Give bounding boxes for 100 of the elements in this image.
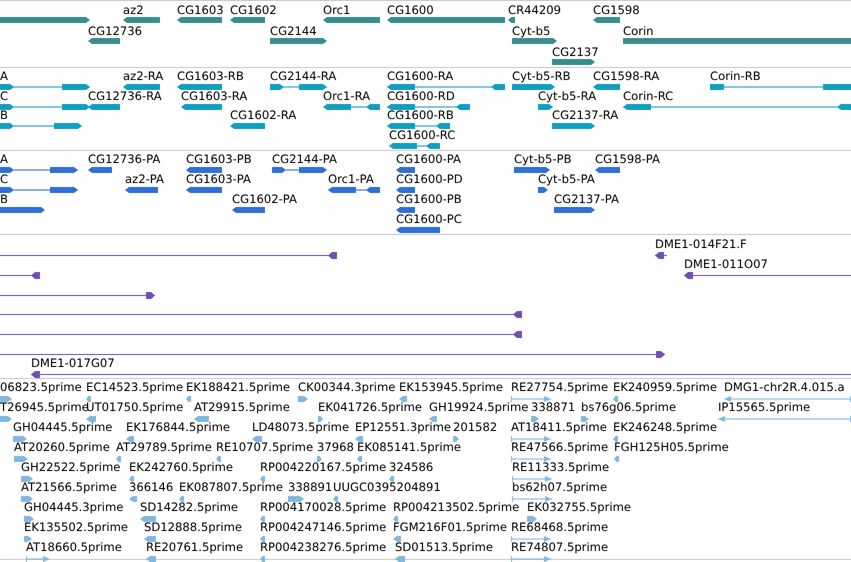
feature-label: CG1598 xyxy=(593,3,640,17)
feature-label: CG1600-RB xyxy=(387,108,454,122)
feature-label: AT29915.5prime xyxy=(194,400,290,414)
feature-label: 366146 xyxy=(129,480,174,494)
feature-label: C xyxy=(0,88,8,102)
feature-label: SD01513.5prime xyxy=(395,540,494,554)
feature-label: GH04445.3prime xyxy=(24,500,124,514)
feature-label: EK032755.5prime xyxy=(527,500,632,514)
feature-label: CG12736 xyxy=(88,24,142,38)
feature-label: RP004220167.5prime xyxy=(260,460,386,474)
feature-label: RE68468.5prime xyxy=(511,520,608,534)
feature-label: EK085141.5prime xyxy=(357,440,462,454)
feature-label: CG1598-RA xyxy=(593,69,660,83)
feature-label: Orc1-PA xyxy=(328,172,374,186)
feature-label: DME1-017G07 xyxy=(31,356,115,370)
feature-label: Corin xyxy=(623,24,654,38)
feature-label: B xyxy=(0,192,8,206)
feature-label: CG12736-PA xyxy=(88,152,160,166)
feature-label: CG1603-PB xyxy=(186,152,252,166)
feature-label: B xyxy=(0,108,8,122)
feature-label: CG1603-RB xyxy=(177,69,244,83)
feature-label: T26945.5prime xyxy=(0,400,89,414)
feature-label: UT01750.5prime xyxy=(86,400,184,414)
feature-label: Cyt-b5 xyxy=(512,24,550,38)
feature-label: CG1603-PA xyxy=(186,172,251,186)
feature-label: AT21566.5prime xyxy=(21,480,117,494)
feature-label: Corin-RC xyxy=(623,88,674,102)
feature-label: LD48073.5prime xyxy=(252,420,350,434)
feature-label: EK246248.5prime xyxy=(613,420,718,434)
feature-label: RE47566.5prime xyxy=(511,440,608,454)
feature-label: IP15565.5prime xyxy=(718,400,810,414)
feature-label: 37968 xyxy=(317,440,354,454)
feature-label: CG2144-PA xyxy=(272,152,337,166)
feature-label: A xyxy=(0,69,8,83)
feature-label: EK240959.5prime xyxy=(613,380,718,394)
feature-label: 338891 xyxy=(288,480,332,494)
feature-label: az2 xyxy=(123,3,144,17)
feature-label: 06823.5prime xyxy=(0,380,82,394)
feature-label: CG1603-RA xyxy=(181,88,248,102)
feature-label: EK242760.5prime xyxy=(129,460,234,474)
feature-label: RE11333.5prime xyxy=(512,460,610,474)
feature-label: Cyt-b5-RA xyxy=(538,88,596,102)
feature-label: RP004213502.5prime xyxy=(393,500,520,514)
feature-label: Orc1-RA xyxy=(323,88,370,102)
feature-label: SD12888.5prime xyxy=(144,520,242,534)
feature-label: AT20260.5prime xyxy=(14,440,110,454)
feature-label: CG1600-RD xyxy=(387,88,455,102)
feature-label: RE20761.5prime xyxy=(146,540,244,554)
feature-label: CG1598-PA xyxy=(595,152,660,166)
feature-label: 324586 xyxy=(389,460,434,474)
feature-label: EK135502.5prime xyxy=(24,520,128,534)
feature-label: EK188421.5prime xyxy=(186,380,290,394)
feature-label: RE27754.5prime xyxy=(511,380,608,394)
feature-label: RP004238276.5prime xyxy=(260,540,386,554)
feature-label: CG1600-PD xyxy=(396,172,463,186)
feature-label: FGM216F01.5prime xyxy=(393,520,508,534)
feature-label: az2-PA xyxy=(125,172,164,186)
feature-label: az2-RA xyxy=(123,69,164,83)
feature-label: RE10707.5prime xyxy=(216,440,314,454)
feature-label: FGH125H05.5prime xyxy=(614,440,729,454)
feature-label: Cyt-b5-RB xyxy=(512,69,571,83)
feature-label: bs76g06.5prime xyxy=(581,400,676,414)
feature-label: CG2137-PA xyxy=(554,192,619,206)
feature-label: AT18411.5prime xyxy=(511,420,607,434)
feature-label: EC14523.5prime xyxy=(86,380,184,394)
feature-label: Orc1 xyxy=(323,3,350,17)
feature-label: 201582 xyxy=(453,420,498,434)
feature-label: CG1600-PB xyxy=(396,192,462,206)
feature-label: DMG1-chr2R.4.015.a xyxy=(724,380,845,394)
feature-label: A xyxy=(0,152,8,166)
feature-label: SD14282.5prime xyxy=(140,500,238,514)
feature-label: RP004170028.5prime xyxy=(260,500,386,514)
feature-label: CG2144 xyxy=(270,24,317,38)
feature-label: CG1602 xyxy=(230,3,277,17)
feature-label: EK153945.5prime xyxy=(399,380,504,394)
feature-label: C xyxy=(0,172,8,186)
feature-label: AT29789.5prime xyxy=(116,440,212,454)
feature-label: CG2137 xyxy=(552,45,599,59)
feature-label: Corin-RB xyxy=(710,69,761,83)
feature-label: GH22522.5prime xyxy=(21,460,120,474)
feature-label: Cyt-b5-PB xyxy=(514,152,572,166)
feature-label: GH04445.5prime xyxy=(13,420,112,434)
feature-label: DME1-014F21.F xyxy=(655,237,747,251)
feature-label: AT18660.5prime xyxy=(26,540,122,554)
feature-label: Cyt-b5-PA xyxy=(538,172,595,186)
feature-label: CG12736-RA xyxy=(88,88,162,102)
feature-label: DME1-011O07 xyxy=(684,256,768,271)
feature-label: EK176844.5prime xyxy=(126,420,230,434)
feature-label: UUGC0395204891 xyxy=(333,480,441,494)
feature-label: CG1600-RA xyxy=(387,69,454,83)
feature-label: CG1603 xyxy=(177,3,224,17)
feature-label: RP004247146.5prime xyxy=(260,520,386,534)
feature-label: CG1600-PC xyxy=(396,212,462,226)
feature-label: GH19924.5prime xyxy=(429,400,528,414)
feature-label: CG1600-PA xyxy=(396,152,461,166)
feature-label: 338871 xyxy=(531,400,576,414)
feature-label: EK041726.5prime xyxy=(318,400,422,414)
feature-label: CG1600-RC xyxy=(389,128,456,142)
feature-label: CG2137-RA xyxy=(552,108,618,122)
feature-label: EK087807.5prime xyxy=(179,480,284,494)
